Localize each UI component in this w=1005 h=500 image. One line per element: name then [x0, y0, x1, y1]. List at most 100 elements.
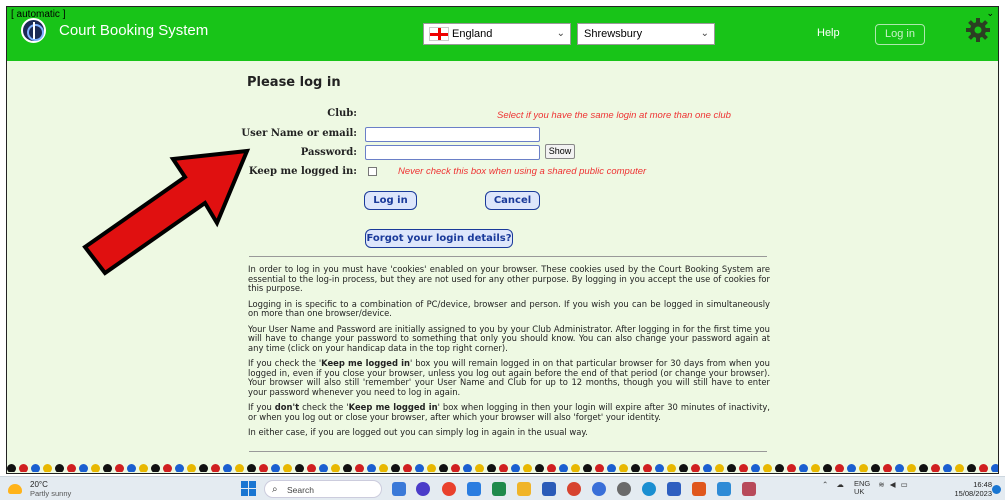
- edge-icon[interactable]: [642, 482, 656, 496]
- windows-start-icon[interactable]: [241, 481, 257, 497]
- taskbar-app-icon[interactable]: [592, 482, 606, 496]
- password-input[interactable]: [365, 145, 540, 160]
- word-icon[interactable]: [542, 482, 556, 496]
- decorative-dot: [235, 464, 244, 472]
- gear-icon[interactable]: [965, 17, 991, 43]
- decorative-dot: [955, 464, 964, 472]
- app-logo-icon[interactable]: [21, 18, 46, 43]
- taskbar-search[interactable]: ⌕ Search: [264, 480, 382, 498]
- decorative-dot: [67, 464, 76, 472]
- taskbar-app-icon[interactable]: [416, 482, 430, 496]
- header-login-button[interactable]: Log in: [875, 24, 925, 45]
- decorative-dot: [811, 464, 820, 472]
- decorative-dot: [463, 464, 472, 472]
- cancel-button[interactable]: Cancel: [485, 191, 540, 210]
- decorative-dot: [571, 464, 580, 472]
- divider: [249, 256, 767, 257]
- top-header-bar: Court Booking System England ⌄ Shrewsbur…: [7, 7, 998, 61]
- taskbar-app-icon[interactable]: [742, 482, 756, 496]
- excel-icon[interactable]: [492, 482, 506, 496]
- decorative-dot: [511, 464, 520, 472]
- taskbar-app-icon[interactable]: [667, 482, 681, 496]
- decorative-dot: [583, 464, 592, 472]
- app-title: Court Booking System: [59, 22, 209, 39]
- wifi-icon[interactable]: ≋: [878, 480, 884, 489]
- login-button[interactable]: Log in: [364, 191, 417, 210]
- decorative-dot: [691, 464, 700, 472]
- chevron-up-icon[interactable]: ⌃: [822, 480, 828, 489]
- windows-taskbar: 20°C Partly sunny ⌕ Search ⌃ ☁ ENG UK ≋ ◀…: [0, 476, 1005, 500]
- username-input[interactable]: [365, 127, 540, 142]
- decorative-dot: [115, 464, 124, 472]
- decorative-dot: [703, 464, 712, 472]
- weather-widget[interactable]: 20°C Partly sunny: [8, 480, 88, 498]
- decorative-dot: [751, 464, 760, 472]
- decorative-dot: [319, 464, 328, 472]
- info-paragraph: In order to log in you must have 'cookie…: [248, 264, 770, 293]
- taskbar-app-icon[interactable]: [567, 482, 581, 496]
- decorative-dot: [631, 464, 640, 472]
- decorative-dot: [499, 464, 508, 472]
- club-label: Club:: [327, 108, 357, 119]
- decorative-dot: [7, 464, 16, 472]
- decorative-dot: [943, 464, 952, 472]
- taskbar-app-icon[interactable]: [392, 482, 406, 496]
- decorative-dot: [295, 464, 304, 472]
- notification-icon[interactable]: [992, 485, 1001, 494]
- battery-icon[interactable]: ▭: [901, 480, 908, 489]
- show-password-button[interactable]: Show: [545, 144, 575, 159]
- decorative-dot: [823, 464, 832, 472]
- taskbar-clock[interactable]: 16:48 15/08/2023: [950, 480, 992, 498]
- city-value: Shrewsbury: [584, 28, 643, 40]
- decorative-dot: [487, 464, 496, 472]
- decorative-dot: [763, 464, 772, 472]
- info-paragraph: In either case, if you are logged out yo…: [248, 427, 588, 437]
- decorative-dot: [43, 464, 52, 472]
- decorative-dot: [439, 464, 448, 472]
- decorative-dot: [199, 464, 208, 472]
- country-value: England: [452, 28, 493, 40]
- file-explorer-icon[interactable]: [517, 482, 531, 496]
- club-note: Select if you have the same login at mor…: [497, 110, 731, 121]
- taskbar-app-icon[interactable]: [617, 482, 631, 496]
- chrome-icon[interactable]: [442, 482, 456, 496]
- decorative-dot: [283, 464, 292, 472]
- calendar-icon[interactable]: [717, 482, 731, 496]
- speaker-icon[interactable]: ◀: [890, 480, 896, 489]
- system-tray[interactable]: ⌃ ☁ ENG UK ≋ ◀ ▭: [822, 480, 908, 496]
- club-value: [ automatic ]: [11, 9, 66, 20]
- info-paragraph: Logging in is specific to a combination …: [248, 298, 770, 318]
- language-indicator[interactable]: ENG UK: [854, 480, 870, 496]
- decorative-dot: [403, 464, 412, 472]
- decorative-dot: [559, 464, 568, 472]
- partly-sunny-icon: [8, 484, 22, 494]
- city-select[interactable]: Shrewsbury ⌄: [577, 23, 715, 45]
- decorative-dot: [619, 464, 628, 472]
- decorative-dot: [391, 464, 400, 472]
- help-link[interactable]: Help: [817, 27, 840, 39]
- forgot-login-button[interactable]: Forgot your login details?: [365, 229, 513, 248]
- divider: [249, 451, 767, 452]
- info-paragraph: Your User Name and Password are initiall…: [248, 323, 770, 353]
- taskbar-app-icon[interactable]: [692, 482, 706, 496]
- decorative-dot: [967, 464, 976, 472]
- taskbar-app-icon[interactable]: [467, 482, 481, 496]
- time: 16:48: [973, 480, 992, 489]
- decorative-dot: [523, 464, 532, 472]
- decorative-dot: [871, 464, 880, 472]
- search-icon: ⌕: [272, 484, 278, 495]
- decorative-dot: [271, 464, 280, 472]
- decorative-dot: [127, 464, 136, 472]
- decorative-dot: [895, 464, 904, 472]
- decorative-dot: [427, 464, 436, 472]
- cookie-info-text: In order to log in you must have 'cookie…: [248, 264, 770, 444]
- decorative-dot: [655, 464, 664, 472]
- red-arrow-annotation-icon: [82, 148, 251, 276]
- country-select[interactable]: England ⌄: [423, 23, 571, 45]
- decorative-dot: [343, 464, 352, 472]
- keep-logged-in-checkbox[interactable]: [368, 167, 377, 176]
- decorative-dot: [223, 464, 232, 472]
- decorative-dot: [883, 464, 892, 472]
- decorative-dot: [415, 464, 424, 472]
- decorative-dot: [727, 464, 736, 472]
